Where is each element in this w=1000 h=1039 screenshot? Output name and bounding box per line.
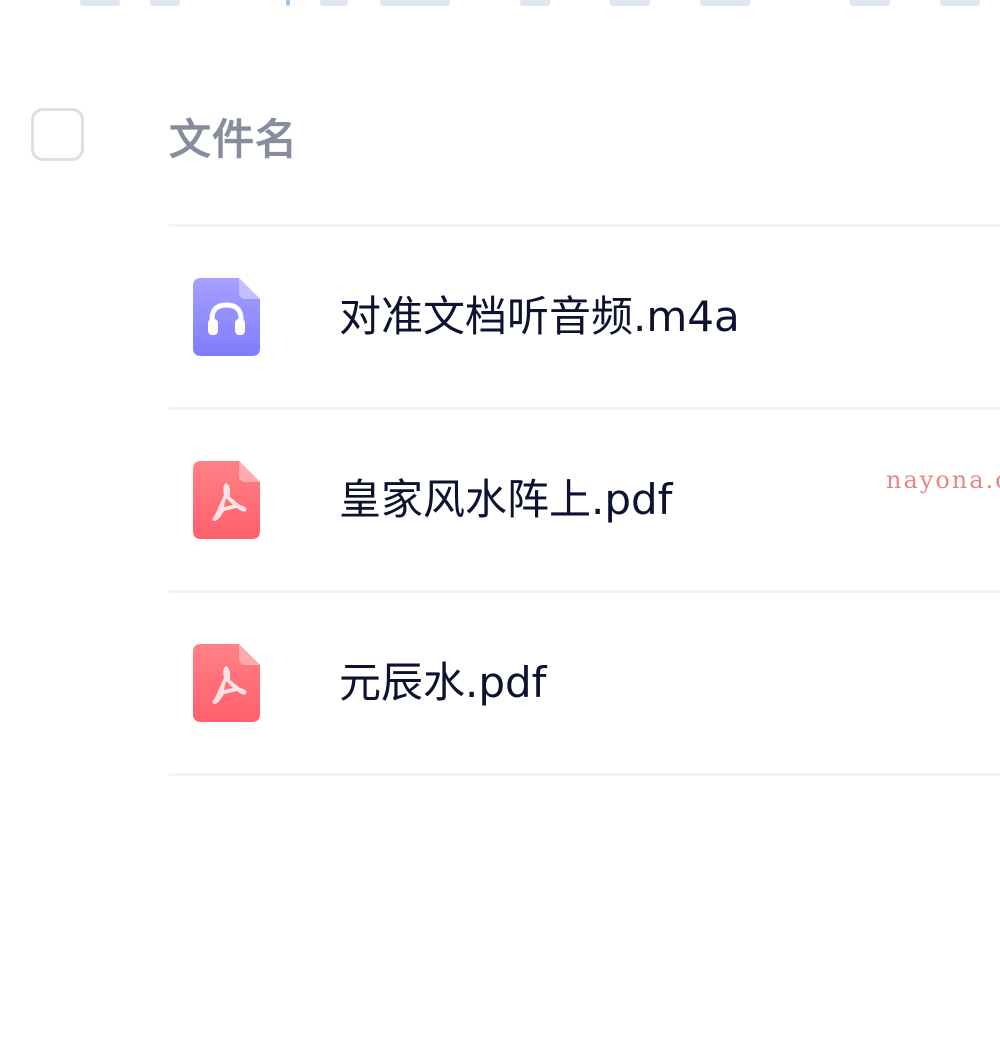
file-name[interactable]: 皇家风水阵上.pdf xyxy=(339,474,672,526)
audio-file-icon xyxy=(193,278,260,356)
watermark-text: nayona.c xyxy=(886,466,1000,494)
file-list-header: 文件名 xyxy=(0,0,1000,226)
pdf-file-icon xyxy=(193,461,260,539)
file-name[interactable]: 元辰水.pdf xyxy=(339,657,546,709)
select-all-checkbox[interactable] xyxy=(31,108,84,161)
file-row[interactable]: 对准文档听音频.m4a xyxy=(169,227,1000,407)
row-divider xyxy=(169,773,1000,776)
file-name[interactable]: 对准文档听音频.m4a xyxy=(339,291,740,343)
pdf-file-icon xyxy=(193,644,260,722)
file-row[interactable]: 元辰水.pdf xyxy=(169,593,1000,773)
column-header-filename[interactable]: 文件名 xyxy=(169,114,298,166)
file-row[interactable]: 皇家风水阵上.pdf xyxy=(169,410,1000,590)
